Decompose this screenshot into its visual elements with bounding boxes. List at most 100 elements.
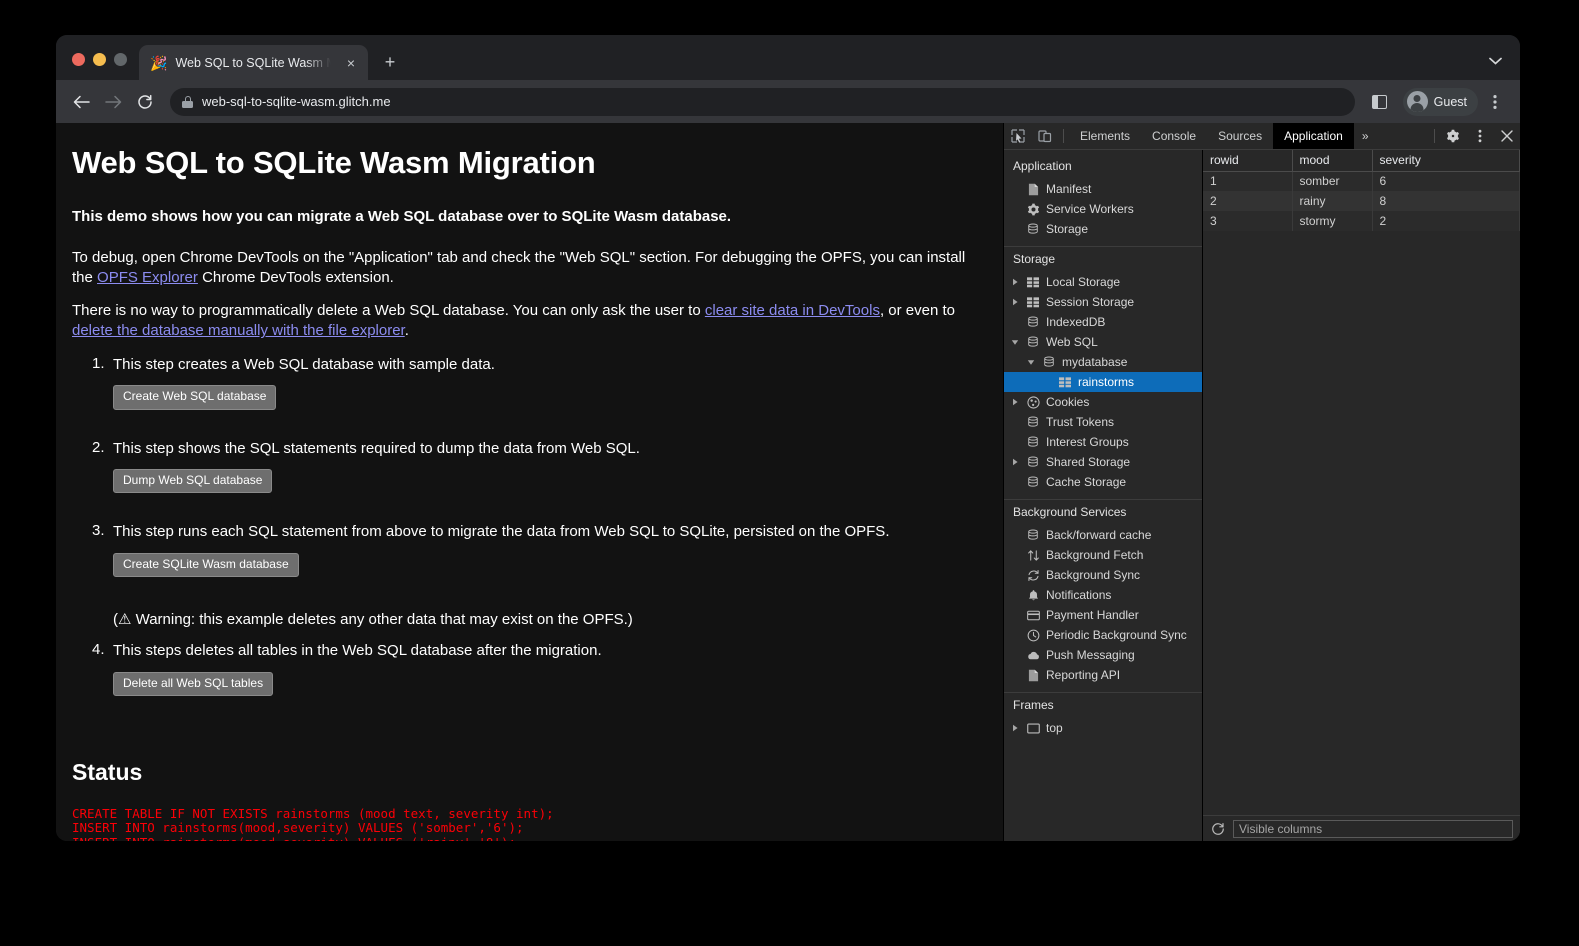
chevron-right-icon[interactable] [1010,458,1020,466]
chevron-down-icon[interactable] [1026,359,1036,366]
viewport: Web SQL to SQLite Wasm Migration This de… [56,123,1520,841]
browser-window: 🎉 Web SQL to SQLite Wasm Migr × + [56,35,1520,841]
dump-web-sql-database-button[interactable]: Dump Web SQL database [113,469,272,493]
desktop-background: 🎉 Web SQL to SQLite Wasm Migr × + [0,0,1579,946]
more-tabs-icon[interactable]: » [1354,123,1377,149]
document-icon [1026,183,1040,196]
sidebar-item-service-workers[interactable]: Service Workers [1004,199,1202,219]
paragraph-delete-text-a: There is no way to programmatically dele… [72,302,705,319]
column-header-severity[interactable]: severity [1372,150,1520,171]
table-cell: rainy [1292,191,1372,211]
clear-site-data-link[interactable]: clear site data in DevTools [705,302,880,319]
table-row[interactable]: 3stormy2 [1203,211,1520,231]
sidebar-item-label: Manifest [1046,182,1091,196]
tab-elements[interactable]: Elements [1069,123,1141,149]
sidebar-item-indexeddb[interactable]: IndexedDB [1004,312,1202,332]
sidebar-item-background-sync[interactable]: Background Sync [1004,565,1202,585]
sidebar-item-manifest[interactable]: Manifest [1004,179,1202,199]
toggle-device-toolbar-icon[interactable] [1031,123,1058,149]
address-bar[interactable]: web-sql-to-sqlite-wasm.glitch.me [170,88,1355,116]
sidebar-item-background-fetch[interactable]: Background Fetch [1004,545,1202,565]
sidebar-item-payment-handler[interactable]: Payment Handler [1004,605,1202,625]
paragraph-debug: To debug, open Chrome DevTools on the "A… [72,248,975,288]
devtools-menu-icon[interactable] [1466,123,1493,149]
chevron-down-icon[interactable] [1489,56,1502,68]
table-cell: 2 [1372,211,1520,231]
close-devtools-icon[interactable] [1493,123,1520,149]
sidebar-item-local-storage[interactable]: Local Storage [1004,272,1202,292]
list-item: 4. This steps deletes all tables in the … [72,641,975,723]
data-grid-body: 1somber62rainy83stormy2 [1203,171,1520,231]
sidebar-item-web-sql[interactable]: Web SQL [1004,332,1202,352]
tab-sources[interactable]: Sources [1207,123,1273,149]
chevron-down-icon[interactable] [1010,339,1020,346]
toolbar-divider [1434,129,1435,143]
sidebar-item-mydatabase[interactable]: mydatabase [1004,352,1202,372]
create-sqlite-wasm-database-button[interactable]: Create SQLite Wasm database [113,553,299,577]
database-icon [1026,456,1040,468]
sidebar-item-notifications[interactable]: Notifications [1004,585,1202,605]
create-web-sql-database-button[interactable]: Create Web SQL database [113,385,276,409]
data-grid-container[interactable]: rowidmoodseverity 1somber62rainy83stormy… [1203,150,1520,815]
sidebar-item-cache-storage[interactable]: Cache Storage [1004,472,1202,492]
sidebar-item-label: Web SQL [1046,335,1098,349]
application-sidebar-tree[interactable]: ApplicationManifestService Workers Stora… [1004,150,1203,841]
chevron-right-icon[interactable] [1010,278,1020,286]
chevron-right-icon[interactable] [1010,298,1020,306]
sidebar-item-shared-storage[interactable]: Shared Storage [1004,452,1202,472]
sidebar-item-label: Payment Handler [1046,608,1139,622]
sidebar-item-back-forward-cache[interactable]: Back/forward cache [1004,525,1202,545]
sidebar-item-interest-groups[interactable]: Interest Groups [1004,432,1202,452]
back-icon[interactable] [66,87,96,117]
sidebar-item-reporting-api[interactable]: Reporting API [1004,665,1202,685]
opfs-warning-text: (⚠ Warning: this example deletes any oth… [113,610,975,628]
sidebar-item-rainstorms[interactable]: rainstorms [1004,372,1202,392]
browser-tab[interactable]: 🎉 Web SQL to SQLite Wasm Migr × [139,45,368,80]
column-header-mood[interactable]: mood [1292,150,1372,171]
column-header-rowid[interactable]: rowid [1203,150,1292,171]
tab-console[interactable]: Console [1141,123,1207,149]
refresh-icon[interactable] [1210,821,1226,837]
url-text: web-sql-to-sqlite-wasm.glitch.me [202,94,391,109]
table-row[interactable]: 1somber6 [1203,171,1520,191]
close-window-button[interactable] [72,53,85,66]
close-icon[interactable]: × [342,54,360,72]
devtools-tab-bar: Elements Console Sources Application » [1004,123,1520,150]
gear-icon[interactable] [1439,123,1466,149]
sidebar-item-label: Cache Storage [1046,475,1126,489]
table-icon [1026,277,1040,288]
sidebar-item-periodic-background-sync[interactable]: Periodic Background Sync [1004,625,1202,645]
tab-title: Web SQL to SQLite Wasm Migr [175,56,334,70]
table-cell: 1 [1203,171,1292,191]
sidebar-item-trust-tokens[interactable]: Trust Tokens [1004,412,1202,432]
maximize-window-button[interactable] [114,53,127,66]
chevron-right-icon[interactable] [1010,724,1020,732]
sidebar-item-label: Notifications [1046,588,1111,602]
paragraph-delete-text-c: . [405,322,409,339]
profile-button[interactable]: Guest [1403,88,1478,116]
new-tab-button[interactable]: + [376,48,404,76]
card-icon [1026,609,1040,622]
sidebar-item-push-messaging[interactable]: Push Messaging [1004,645,1202,665]
sidebar-item-session-storage[interactable]: Session Storage [1004,292,1202,312]
list-item: 1. This step creates a Web SQL database … [72,355,975,437]
minimize-window-button[interactable] [93,53,106,66]
document-icon [1026,669,1040,682]
opfs-explorer-link[interactable]: OPFS Explorer [97,269,198,286]
delete-all-web-sql-tables-button[interactable]: Delete all Web SQL tables [113,672,273,696]
delete-database-link[interactable]: delete the database manually with the fi… [72,322,405,339]
forward-icon[interactable] [98,87,128,117]
sidebar-item-storage[interactable]: Storage [1004,219,1202,239]
sidebar-item-cookies[interactable]: Cookies [1004,392,1202,412]
sidebar-item-top[interactable]: top [1004,718,1202,738]
reload-icon[interactable] [130,87,160,117]
status-heading: Status [72,759,975,786]
chevron-right-icon[interactable] [1010,398,1020,406]
inspect-element-icon[interactable] [1004,123,1031,149]
browser-menu-icon[interactable] [1480,87,1510,117]
table-row[interactable]: 2rainy8 [1203,191,1520,211]
side-panel-icon[interactable] [1365,87,1395,117]
tab-application[interactable]: Application [1273,123,1354,149]
paragraph-delete-text-b: , or even to [880,302,955,319]
visible-columns-input[interactable] [1233,820,1513,838]
